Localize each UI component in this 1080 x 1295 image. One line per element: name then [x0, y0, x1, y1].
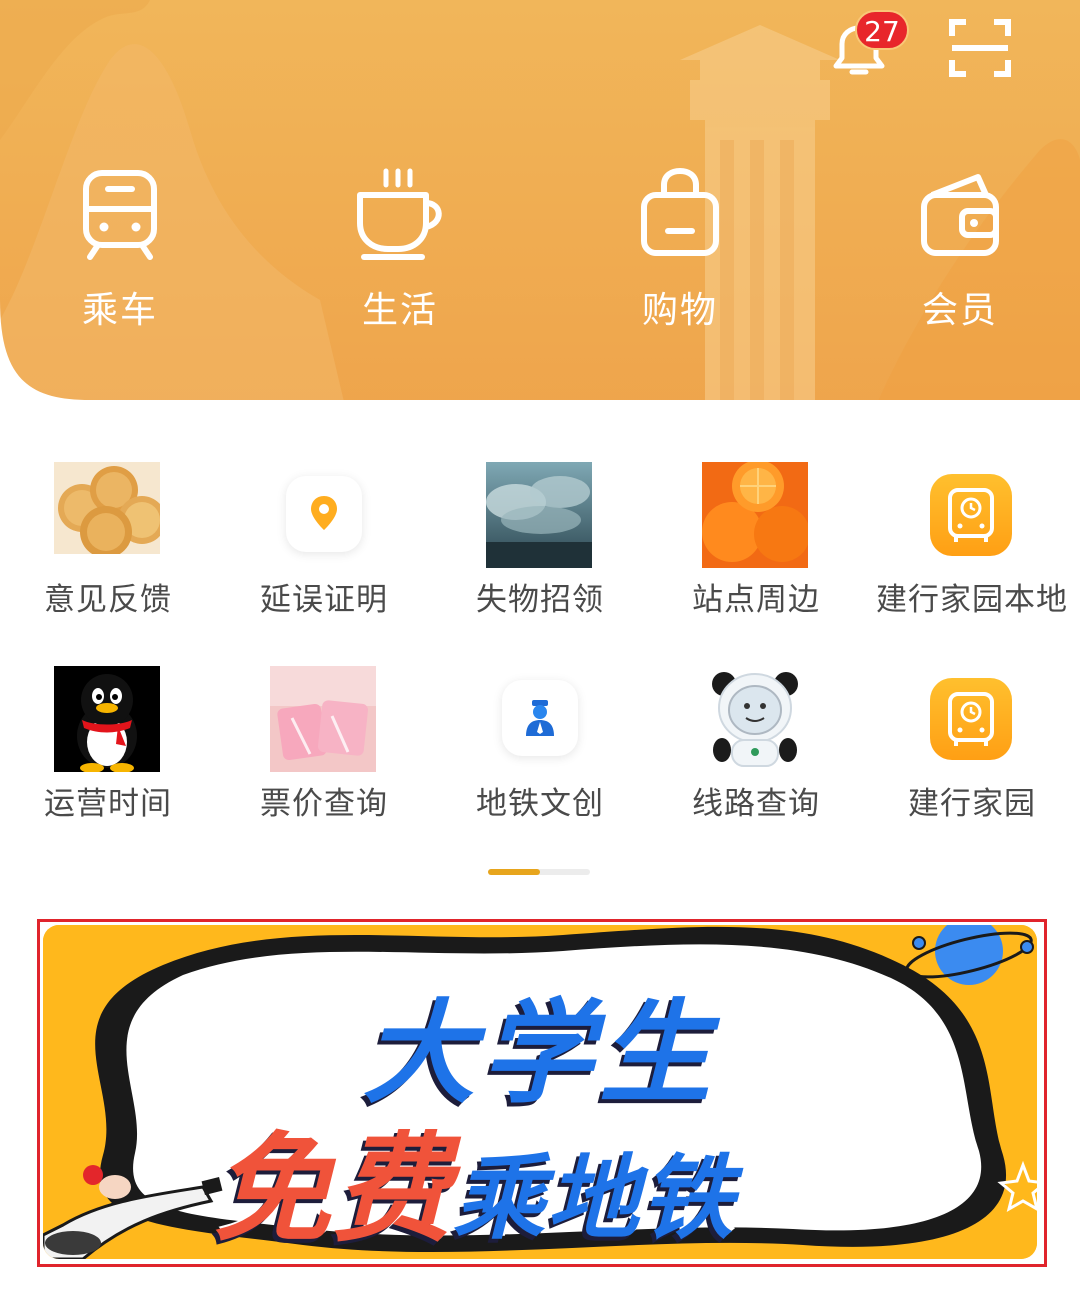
main-navigation: 乘车 生活 购物 会员	[0, 165, 1080, 345]
coffee-cup-icon	[357, 168, 442, 260]
service-feedback[interactable]: 意见反馈	[0, 462, 216, 642]
service-label: 运营时间	[44, 786, 172, 822]
service-label: 线路查询	[692, 786, 820, 822]
nav-ride[interactable]: 乘车	[30, 165, 210, 345]
banner-free-text: 免费	[213, 1120, 454, 1258]
penguin-thumbnail	[54, 666, 160, 772]
service-label: 建行家园本地	[876, 582, 1068, 618]
service-ccb-home-local[interactable]: 建行家园本地	[864, 462, 1080, 642]
oranges-thumbnail	[702, 462, 808, 568]
nav-ride-label: 乘车	[81, 290, 158, 331]
nav-member[interactable]: 会员	[870, 165, 1050, 345]
bus-clock-tile	[930, 678, 1012, 760]
tissue-pack-thumbnail	[270, 666, 376, 772]
bus-clock-icon	[948, 488, 994, 542]
clouds-thumbnail	[486, 462, 592, 568]
scan-icon[interactable]	[948, 18, 1012, 78]
banner-subheadline: 免费乘地铁	[213, 1093, 735, 1259]
page-indicator-active	[488, 869, 540, 875]
train-icon	[83, 170, 157, 260]
page-indicator	[488, 869, 590, 875]
panda-mascot-thumbnail	[702, 666, 808, 772]
shopping-bag-icon	[641, 167, 719, 256]
nav-shopping[interactable]: 购物	[590, 165, 770, 345]
service-line-inquiry[interactable]: 线路查询	[648, 666, 864, 846]
nav-life[interactable]: 生活	[310, 165, 490, 345]
service-label: 意见反馈	[44, 582, 172, 618]
service-label: 站点周边	[692, 582, 820, 618]
nav-life-label: 生活	[361, 290, 438, 331]
location-pin-icon	[311, 496, 337, 530]
nav-shopping-label: 购物	[641, 290, 718, 331]
bus-clock-tile	[930, 474, 1012, 556]
service-label: 票价查询	[260, 786, 388, 822]
wallet-icon	[921, 174, 999, 256]
service-fare-inquiry[interactable]: 票价查询	[216, 666, 432, 846]
service-label: 失物招领	[476, 582, 604, 618]
location-pin-tile	[286, 476, 362, 552]
service-delay-certificate[interactable]: 延误证明	[216, 462, 432, 642]
staff-person-icon	[526, 700, 554, 736]
service-label: 地铁文创	[476, 786, 604, 822]
service-ccb-home[interactable]: 建行家园	[864, 666, 1080, 846]
promo-banner[interactable]: 大学生 免费乘地铁	[43, 925, 1037, 1259]
service-station-nearby[interactable]: 站点周边	[648, 462, 864, 642]
bus-clock-icon	[948, 692, 994, 746]
nav-member-label: 会员	[921, 290, 998, 331]
service-label: 建行家园	[908, 786, 1036, 822]
crackers-thumbnail	[54, 462, 160, 568]
service-label: 延误证明	[260, 582, 388, 618]
staff-person-tile	[502, 680, 578, 756]
service-operating-hours[interactable]: 运营时间	[0, 666, 216, 846]
notification-count-badge: 27	[855, 10, 909, 50]
service-metro-creative[interactable]: 地铁文创	[432, 666, 648, 846]
service-lost-found[interactable]: 失物招领	[432, 462, 648, 642]
banner-ride-text: 乘地铁	[453, 1145, 736, 1252]
